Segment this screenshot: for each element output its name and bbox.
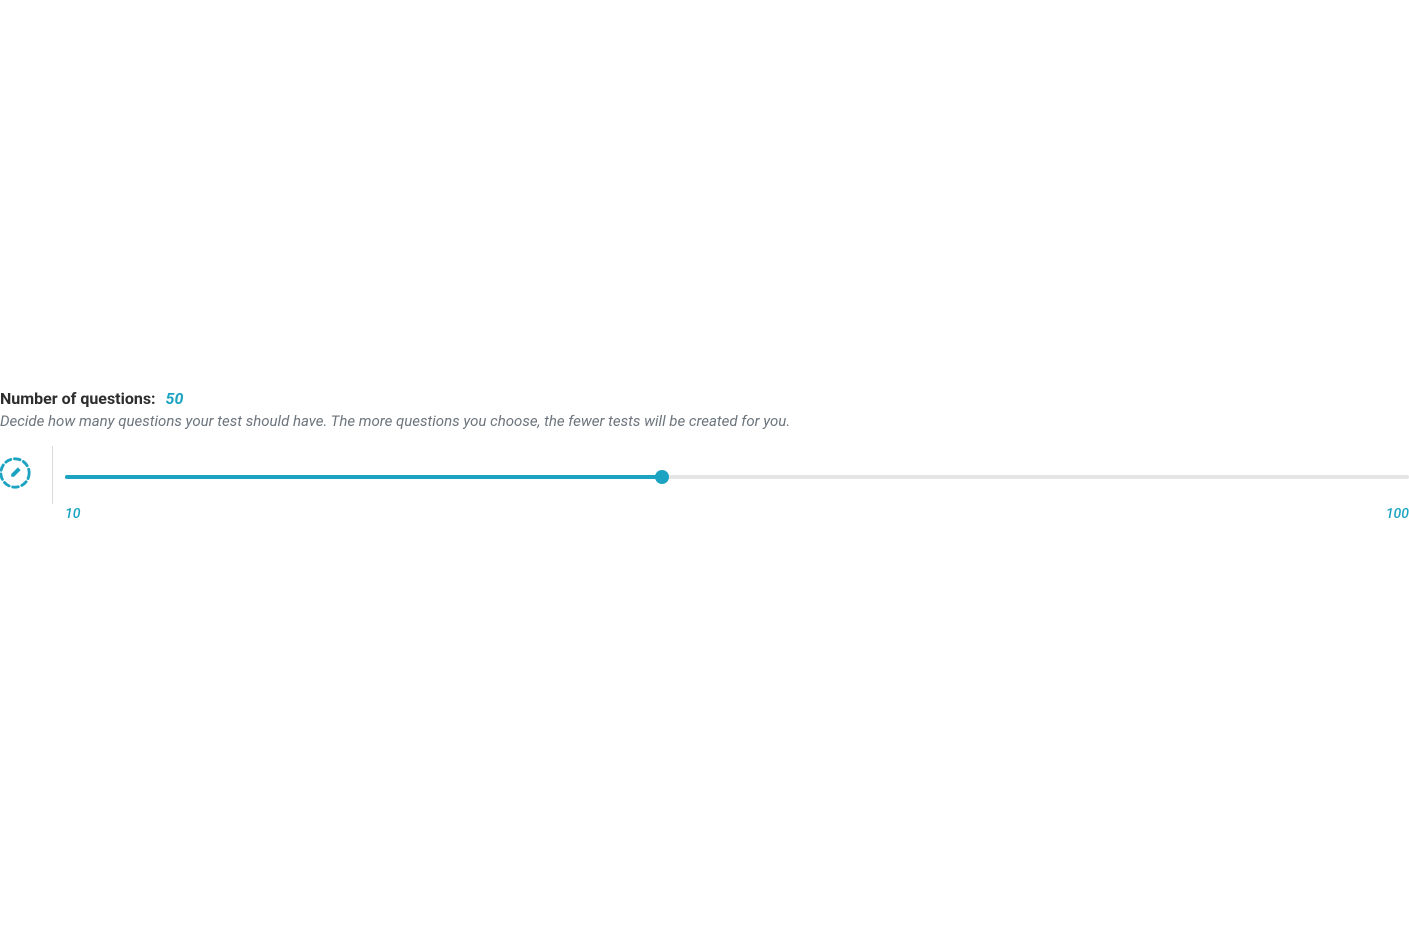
questions-value: 50 xyxy=(166,389,184,408)
slider-labels: 10 100 xyxy=(65,506,1409,522)
slider-row: 10 100 xyxy=(0,458,1409,522)
slider-fill xyxy=(65,475,662,479)
questions-slider[interactable] xyxy=(65,470,1409,484)
slider-max-label: 100 xyxy=(1386,506,1409,522)
heading-row: Number of questions: 50 xyxy=(0,389,1409,408)
slider-container: 10 100 xyxy=(65,458,1409,522)
vertical-divider xyxy=(52,446,53,504)
slider-thumb[interactable] xyxy=(655,470,669,484)
description-text: Decide how many questions your test shou… xyxy=(0,412,1409,430)
slider-min-label: 10 xyxy=(65,506,80,522)
edit-icon xyxy=(0,456,32,490)
questions-label: Number of questions: xyxy=(0,389,156,408)
